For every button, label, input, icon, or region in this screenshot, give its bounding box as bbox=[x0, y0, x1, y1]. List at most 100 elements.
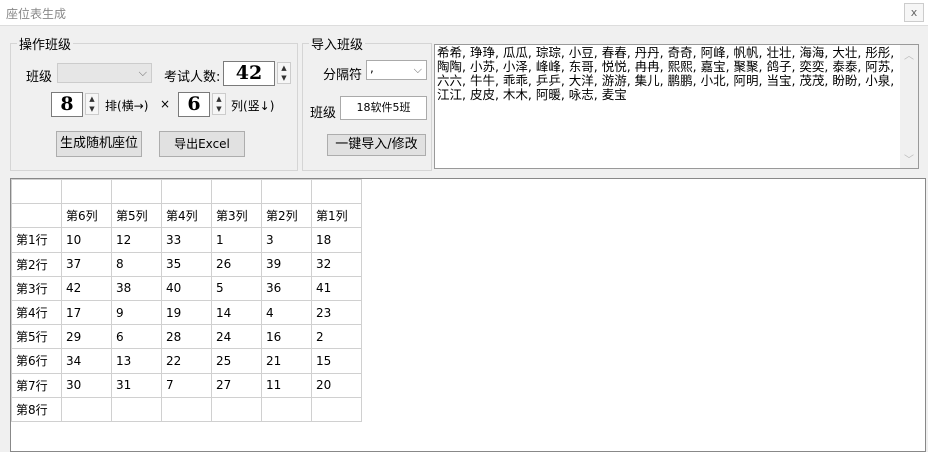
seat-cell[interactable]: 5 bbox=[211, 275, 262, 301]
rows-spinner[interactable]: ▲ ▼ bbox=[85, 93, 99, 115]
seat-cell[interactable]: 30 bbox=[61, 372, 112, 398]
header-row: 第6列 第5列 第4列 第3列 第2列 第1列 bbox=[11, 203, 362, 229]
column-header[interactable]: 第2列 bbox=[261, 203, 312, 229]
seat-cell[interactable]: 3 bbox=[261, 227, 312, 253]
seat-cell[interactable]: 39 bbox=[261, 251, 312, 277]
row-header[interactable]: 第4行 bbox=[11, 299, 62, 326]
seat-cell[interactable]: 17 bbox=[61, 299, 112, 326]
blank-cell[interactable] bbox=[261, 178, 312, 205]
seat-cell[interactable]: 38 bbox=[111, 275, 162, 301]
seat-cell[interactable]: 26 bbox=[211, 251, 262, 277]
blank-cell[interactable] bbox=[311, 178, 362, 205]
column-header[interactable]: 第4列 bbox=[161, 203, 212, 229]
export-excel-button[interactable]: 导出Excel bbox=[159, 131, 245, 157]
seat-cell[interactable]: 41 bbox=[311, 275, 362, 301]
column-header[interactable]: 第6列 bbox=[61, 203, 112, 229]
seat-cell[interactable] bbox=[61, 396, 112, 422]
scroll-down-icon[interactable]: ﹀ bbox=[904, 151, 914, 166]
table-row: 第4行 17 9 19 14 4 23 bbox=[11, 299, 362, 326]
seat-cell[interactable]: 2 bbox=[311, 324, 362, 350]
seat-cell[interactable]: 4 bbox=[261, 299, 312, 326]
cols-spinner[interactable]: ▲ ▼ bbox=[212, 93, 226, 115]
seat-cell[interactable]: 20 bbox=[311, 372, 362, 398]
import-button[interactable]: 一键导入/修改 bbox=[327, 134, 426, 156]
row-header[interactable]: 第8行 bbox=[11, 396, 62, 422]
names-textarea[interactable]: 希希, 琤琤, 瓜瓜, 琮琮, 小豆, 春春, 丹丹, 奇奇, 阿峰, 帆帆, … bbox=[434, 44, 919, 169]
seat-cell[interactable]: 35 bbox=[161, 251, 212, 277]
blank-cell[interactable] bbox=[61, 178, 112, 205]
seat-cell[interactable]: 34 bbox=[61, 348, 112, 374]
row-header[interactable]: 第2行 bbox=[11, 251, 62, 277]
seat-grid[interactable]: 第6列 第5列 第4列 第3列 第2列 第1列 第1行 10 12 33 1 3 18 第2行 37 8 35 2… bbox=[10, 178, 926, 452]
seat-cell[interactable]: 28 bbox=[161, 324, 212, 350]
seat-cell[interactable] bbox=[111, 396, 162, 422]
seat-cell[interactable]: 24 bbox=[211, 324, 262, 350]
cols-label: 列(竖↓) bbox=[231, 99, 275, 113]
seat-cell[interactable]: 18 bbox=[311, 227, 362, 253]
seat-cell[interactable]: 22 bbox=[161, 348, 212, 374]
chevron-down-icon: ⌵ bbox=[138, 66, 147, 79]
seat-cell[interactable]: 10 bbox=[61, 227, 112, 253]
seat-cell[interactable]: 23 bbox=[311, 299, 362, 326]
seat-cell[interactable]: 32 bbox=[311, 251, 362, 277]
seat-cell[interactable]: 15 bbox=[311, 348, 362, 374]
close-button[interactable]: x bbox=[904, 3, 924, 22]
seat-cell[interactable]: 29 bbox=[61, 324, 112, 350]
table-row: 第6行 34 13 22 25 21 15 bbox=[11, 348, 362, 374]
blank-cell[interactable] bbox=[161, 178, 212, 205]
seat-cell[interactable]: 40 bbox=[161, 275, 212, 301]
seat-cell[interactable] bbox=[211, 396, 262, 422]
table-row: 第8行 bbox=[11, 396, 362, 422]
blank-cell[interactable] bbox=[111, 178, 162, 205]
seat-cell[interactable] bbox=[311, 396, 362, 422]
class-label: 班级 bbox=[26, 70, 53, 85]
window-title: 座位表生成 bbox=[6, 7, 67, 21]
textarea-scrollbar[interactable]: ︿ ﹀ bbox=[900, 45, 918, 168]
count-spinner[interactable]: ▲ ▼ bbox=[277, 62, 291, 84]
seat-cell[interactable]: 21 bbox=[261, 348, 312, 374]
blank-row bbox=[11, 178, 362, 205]
count-input[interactable]: 42 bbox=[223, 61, 275, 86]
seat-cell[interactable]: 7 bbox=[161, 372, 212, 398]
column-header[interactable]: 第5列 bbox=[111, 203, 162, 229]
seat-cell[interactable]: 11 bbox=[261, 372, 312, 398]
column-header[interactable]: 第3列 bbox=[211, 203, 262, 229]
cols-input[interactable]: 6 bbox=[178, 92, 210, 117]
row-header[interactable]: 第3行 bbox=[11, 275, 62, 301]
row-header[interactable]: 第1行 bbox=[11, 227, 62, 253]
generate-seats-button[interactable]: 生成随机座位 bbox=[56, 131, 142, 157]
seat-cell[interactable]: 9 bbox=[111, 299, 162, 326]
class-select[interactable]: ⌵ bbox=[57, 63, 152, 83]
seat-cell[interactable]: 1 bbox=[211, 227, 262, 253]
seat-cell[interactable]: 16 bbox=[261, 324, 312, 350]
seat-cell[interactable]: 27 bbox=[211, 372, 262, 398]
rows-input[interactable]: 8 bbox=[51, 92, 83, 117]
row-header[interactable]: 第6行 bbox=[11, 348, 62, 374]
seat-cell[interactable]: 31 bbox=[111, 372, 162, 398]
table-row: 第3行 42 38 40 5 36 41 bbox=[11, 275, 362, 301]
row-header[interactable]: 第7行 bbox=[11, 372, 62, 398]
seat-cell[interactable]: 33 bbox=[161, 227, 212, 253]
seat-cell[interactable] bbox=[161, 396, 212, 422]
blank-cell[interactable] bbox=[211, 178, 262, 205]
seat-cell[interactable]: 37 bbox=[61, 251, 112, 277]
seat-cell[interactable]: 19 bbox=[161, 299, 212, 326]
separator-select[interactable]: , ⌵ bbox=[366, 60, 427, 80]
corner-cell[interactable] bbox=[11, 203, 62, 229]
seat-cell[interactable]: 8 bbox=[111, 251, 162, 277]
seat-cell[interactable]: 42 bbox=[61, 275, 112, 301]
blank-cell[interactable] bbox=[11, 178, 62, 205]
seat-cell[interactable]: 14 bbox=[211, 299, 262, 326]
row-header[interactable]: 第5行 bbox=[11, 324, 62, 350]
table-row: 第2行 37 8 35 26 39 32 bbox=[11, 251, 362, 277]
table-row: 第5行 29 6 28 24 16 2 bbox=[11, 324, 362, 350]
seat-cell[interactable]: 13 bbox=[111, 348, 162, 374]
seat-cell[interactable] bbox=[261, 396, 312, 422]
scroll-up-icon[interactable]: ︿ bbox=[904, 47, 914, 62]
seat-cell[interactable]: 25 bbox=[211, 348, 262, 374]
seat-cell[interactable]: 6 bbox=[111, 324, 162, 350]
import-class-input[interactable]: 18软件5班 bbox=[340, 96, 427, 120]
seat-cell[interactable]: 36 bbox=[261, 275, 312, 301]
column-header[interactable]: 第1列 bbox=[311, 203, 362, 229]
seat-cell[interactable]: 12 bbox=[111, 227, 162, 253]
